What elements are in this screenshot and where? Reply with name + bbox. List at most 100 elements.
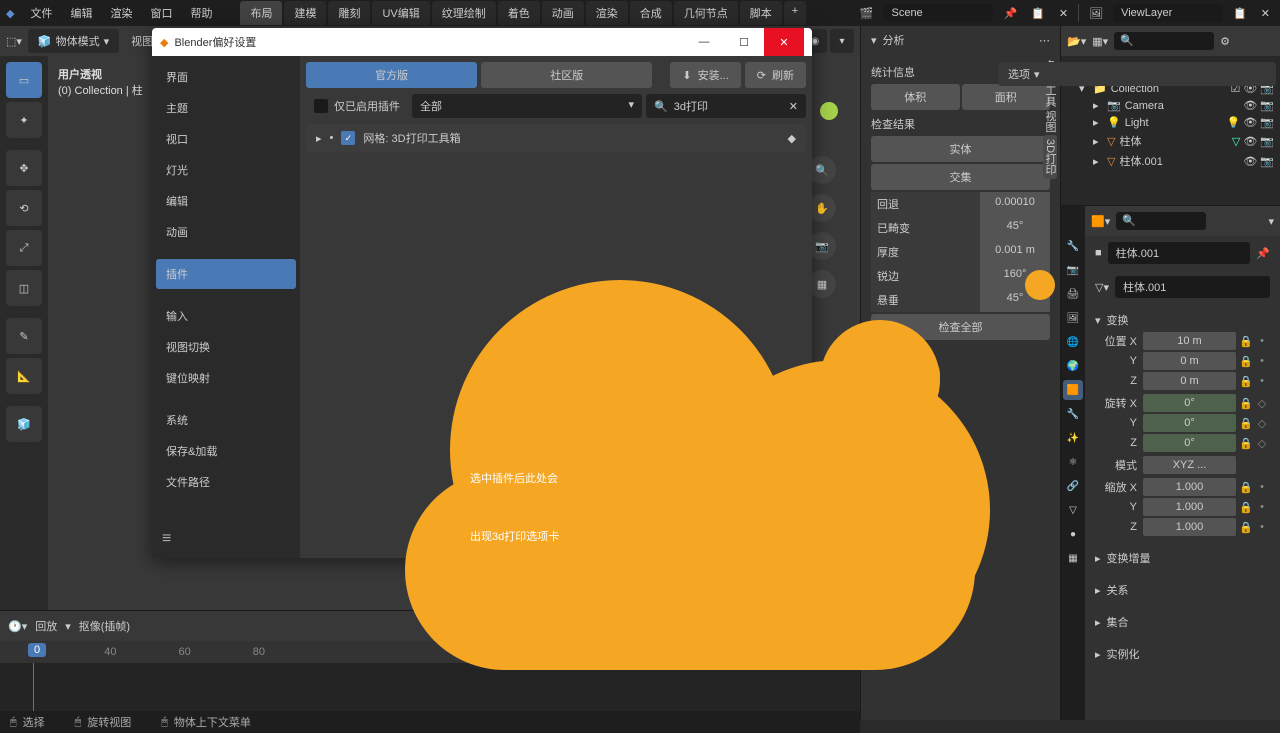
- delete-icon[interactable]: ✕: [1055, 5, 1072, 22]
- workspace-modeling[interactable]: 建模: [284, 1, 326, 25]
- prop-type-icon[interactable]: 🟧▾: [1091, 215, 1110, 228]
- prefs-nav-interface[interactable]: 界面: [156, 62, 296, 92]
- tool-move[interactable]: ✥: [6, 150, 42, 186]
- panel-relations[interactable]: 关系: [1095, 578, 1270, 602]
- menu-edit[interactable]: 编辑: [62, 1, 100, 25]
- row-thick-v[interactable]: 0.001 m: [980, 240, 1050, 264]
- clear-icon[interactable]: ✕: [789, 100, 798, 113]
- pin-icon[interactable]: 📌: [1256, 247, 1270, 260]
- workspace-script[interactable]: 脚本: [740, 1, 782, 25]
- rot-y[interactable]: 0°: [1143, 414, 1236, 432]
- scl-z[interactable]: 1.000: [1143, 518, 1236, 536]
- addon-row-3dprint[interactable]: ▸ • ✓ 网格: 3D打印工具箱 ◆: [306, 124, 806, 152]
- ptab-physics[interactable]: ⚛: [1063, 452, 1083, 472]
- workspace-shading[interactable]: 着色: [498, 1, 540, 25]
- copy-icon[interactable]: 📋: [1027, 5, 1049, 22]
- rot-mode[interactable]: XYZ ...: [1143, 456, 1236, 474]
- workspace-layout[interactable]: 布局: [240, 1, 282, 25]
- prop-search[interactable]: [1116, 212, 1206, 230]
- viewlayer-browse-icon[interactable]: 🖼: [1085, 5, 1107, 22]
- tool-scale[interactable]: ⤢: [6, 230, 42, 266]
- tool-select[interactable]: ▭: [6, 62, 42, 98]
- npanel-opts-icon[interactable]: ⋯: [1039, 34, 1050, 47]
- panel-delta[interactable]: 变换增量: [1095, 546, 1270, 570]
- tool-rotate[interactable]: ⟲: [6, 190, 42, 226]
- workspace-compositing[interactable]: 合成: [630, 1, 672, 25]
- outliner-filter-icon[interactable]: ⚙: [1220, 35, 1230, 48]
- addon-category-select[interactable]: 全部▾: [412, 94, 642, 118]
- addon-enabled-only-check[interactable]: 仅已启用插件: [306, 94, 408, 118]
- workspace-geonodes[interactable]: 几何节点: [674, 1, 738, 25]
- scl-y[interactable]: 1.000: [1143, 498, 1236, 516]
- editor-type-icon[interactable]: ⬚▾: [6, 35, 22, 48]
- pan-icon[interactable]: ✋: [808, 194, 836, 222]
- prop-opts-icon[interactable]: ▾: [1268, 215, 1274, 228]
- prefs-nav-lights[interactable]: 灯光: [156, 155, 296, 185]
- prefs-nav-navigation[interactable]: 视图切换: [156, 332, 296, 362]
- scene-name-field[interactable]: Scene: [883, 4, 993, 22]
- window-maximize-button[interactable]: ☐: [724, 28, 764, 56]
- camera-icon[interactable]: 📷: [808, 232, 836, 260]
- npanel-analyze-title[interactable]: 分析: [883, 32, 905, 48]
- row-distort-v[interactable]: 45°: [980, 216, 1050, 240]
- ptab-constraints[interactable]: 🔗: [1063, 476, 1083, 496]
- workspace-sculpt[interactable]: 雕刻: [328, 1, 370, 25]
- panel-transform[interactable]: 变换: [1095, 308, 1270, 332]
- prefs-save-menu-icon[interactable]: ≡: [162, 530, 171, 548]
- timeline-keying[interactable]: 抠像(插帧): [79, 618, 130, 634]
- prefs-nav-keymap[interactable]: 键位映射: [156, 363, 296, 393]
- nav-gizmo-icon[interactable]: [820, 102, 838, 120]
- btn-volume[interactable]: 体积: [871, 84, 960, 110]
- loc-y[interactable]: 0 m: [1143, 352, 1236, 370]
- ptab-texture[interactable]: ▦: [1063, 548, 1083, 568]
- sidetab-tool[interactable]: 工具: [1044, 85, 1056, 107]
- row-thick-l[interactable]: 厚度: [871, 240, 980, 264]
- outliner-search[interactable]: [1114, 32, 1214, 50]
- ptab-viewlayer[interactable]: 🖼: [1063, 308, 1083, 328]
- viewlayer-name-field[interactable]: ViewLayer: [1113, 4, 1223, 22]
- addon-docs-icon[interactable]: •: [330, 132, 334, 144]
- outliner-display-icon[interactable]: ▦▾: [1092, 35, 1108, 48]
- ptab-material[interactable]: ●: [1063, 524, 1083, 544]
- addon-tab-official[interactable]: 官方版: [306, 62, 477, 88]
- shade-dd-icon[interactable]: ▾: [830, 29, 854, 53]
- tool-measure[interactable]: 📐: [6, 358, 42, 394]
- addon-enable-check[interactable]: ✓: [341, 131, 355, 145]
- ptab-particles[interactable]: ✨: [1063, 428, 1083, 448]
- scl-x[interactable]: 1.000: [1143, 478, 1236, 496]
- addon-expand-icon[interactable]: ▸: [316, 132, 322, 145]
- prefs-nav-system[interactable]: 系统: [156, 405, 296, 435]
- outliner-type-icon[interactable]: 📂▾: [1067, 35, 1086, 48]
- addon-tab-community[interactable]: 社区版: [481, 62, 652, 88]
- timeline-editor-icon[interactable]: 🕐▾: [8, 620, 27, 633]
- btn-solid[interactable]: 实体: [871, 136, 1050, 162]
- tree-light[interactable]: Light: [1125, 117, 1149, 129]
- prefs-nav-editing[interactable]: 编辑: [156, 186, 296, 216]
- prefs-nav-saveload[interactable]: 保存&加载: [156, 436, 296, 466]
- btn-area[interactable]: 面积: [962, 84, 1051, 110]
- workspace-anim[interactable]: 动画: [542, 1, 584, 25]
- workspace-render[interactable]: 渲染: [586, 1, 628, 25]
- rot-x[interactable]: 0°: [1143, 394, 1236, 412]
- viewlayer-del-icon[interactable]: ✕: [1257, 5, 1274, 22]
- prefs-nav-addons[interactable]: 插件: [156, 259, 296, 289]
- sidetab-3dprint[interactable]: 3D打印: [1043, 135, 1057, 179]
- tree-cyl1[interactable]: 柱体: [1119, 133, 1141, 149]
- ptab-scene[interactable]: 🌐: [1063, 332, 1083, 352]
- tool-annotate[interactable]: ✎: [6, 318, 42, 354]
- window-close-button[interactable]: ✕: [764, 28, 804, 56]
- workspace-add[interactable]: +: [784, 1, 806, 25]
- addon-refresh-button[interactable]: ⟳刷新: [745, 62, 806, 88]
- prefs-nav-filepaths[interactable]: 文件路径: [156, 467, 296, 497]
- ptab-object[interactable]: 🟧: [1063, 380, 1083, 400]
- panel-instancing[interactable]: 实例化: [1095, 642, 1270, 666]
- tl-cursor-line[interactable]: [33, 663, 34, 711]
- menu-render[interactable]: 渲染: [102, 1, 140, 25]
- ptab-tool[interactable]: 🔧: [1063, 236, 1083, 256]
- tl-current-frame[interactable]: 0: [28, 643, 46, 657]
- addon-install-button[interactable]: ⬇安装...: [670, 62, 740, 88]
- tree-camera[interactable]: Camera: [1125, 100, 1164, 112]
- loc-z[interactable]: 0 m: [1143, 372, 1236, 390]
- rot-z[interactable]: 0°: [1143, 434, 1236, 452]
- tool-addcube[interactable]: 🧊: [6, 406, 42, 442]
